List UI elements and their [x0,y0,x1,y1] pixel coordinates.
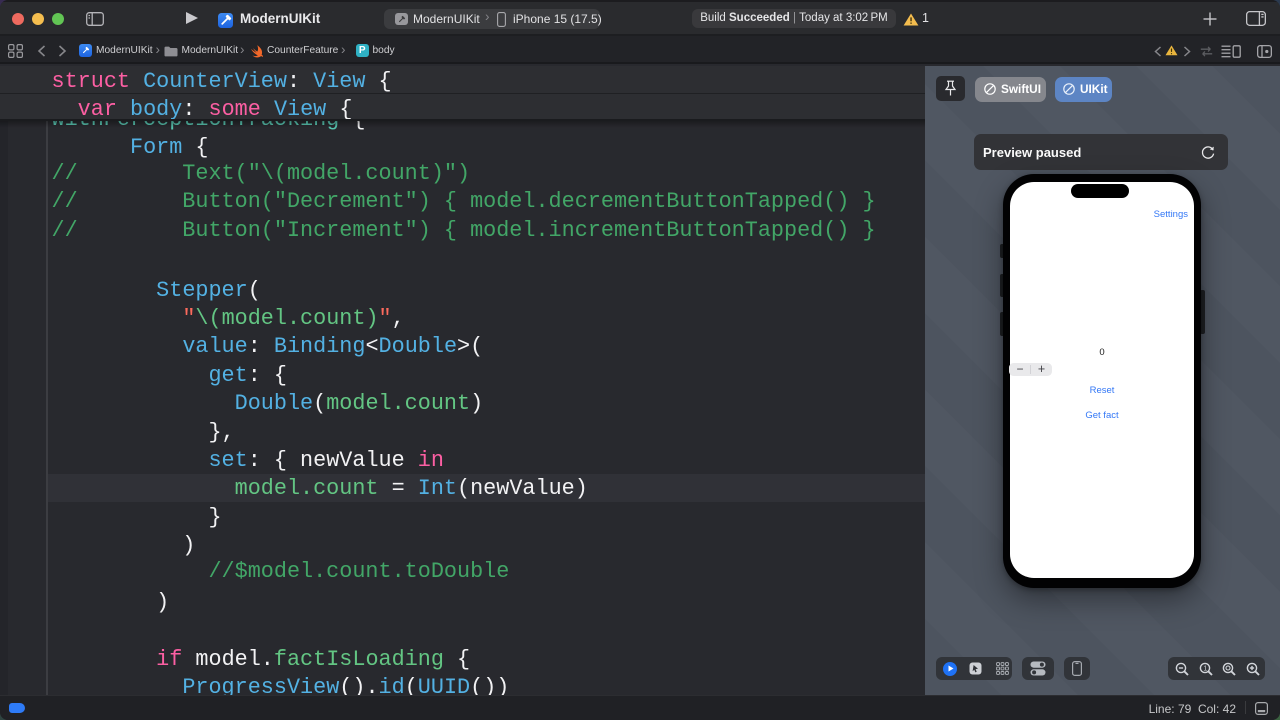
svg-text:1: 1 [1203,665,1207,672]
